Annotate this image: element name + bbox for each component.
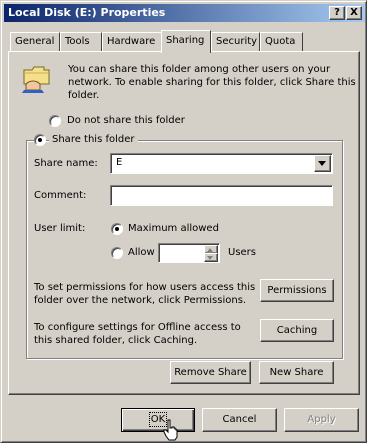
tab-sharing[interactable]: Sharing bbox=[161, 30, 211, 53]
close-icon: X bbox=[350, 7, 358, 18]
sharing-info-text: You can share this folder among other us… bbox=[68, 63, 356, 102]
maximum-allowed-label[interactable]: Maximum allowed bbox=[128, 223, 219, 234]
info-line: network. To enable sharing for this fold… bbox=[68, 77, 356, 88]
permissions-button-label: Permissions bbox=[267, 285, 327, 296]
window-title: Local Disk (E:) Properties bbox=[8, 6, 166, 19]
maximum-allowed-radio[interactable] bbox=[111, 223, 123, 235]
comment-label: Comment: bbox=[34, 190, 87, 201]
help-icon: ? bbox=[334, 7, 340, 18]
tab-hardware[interactable]: Hardware bbox=[102, 32, 162, 51]
permissions-button[interactable]: Permissions bbox=[260, 279, 334, 302]
tab-label: Tools bbox=[65, 36, 90, 47]
share-this-folder-label[interactable]: Share this folder bbox=[49, 134, 138, 145]
allow-label[interactable]: Allow bbox=[128, 247, 155, 258]
do-not-share-label[interactable]: Do not share this folder bbox=[67, 115, 185, 126]
permissions-text: To set permissions for how users access … bbox=[34, 281, 255, 307]
cancel-label: Cancel bbox=[222, 414, 257, 425]
help-button[interactable]: ? bbox=[329, 6, 345, 20]
title-bar[interactable]: Local Disk (E:) Properties ? X bbox=[4, 4, 365, 22]
share-name-combobox[interactable]: E bbox=[110, 153, 333, 174]
caching-button[interactable]: Caching bbox=[260, 319, 334, 342]
info-line: folder. bbox=[68, 90, 100, 101]
cancel-button[interactable]: Cancel bbox=[202, 408, 277, 432]
ok-button[interactable]: OK bbox=[121, 408, 195, 432]
tab-tools[interactable]: Tools bbox=[60, 32, 102, 51]
tab-label: Hardware bbox=[107, 36, 156, 47]
tab-quota[interactable]: Quota bbox=[260, 32, 303, 51]
permissions-line: To set permissions for how users access … bbox=[34, 282, 256, 293]
tab-security[interactable]: Security bbox=[211, 32, 260, 51]
allow-users-spinbox[interactable] bbox=[158, 243, 220, 263]
remove-share-button[interactable]: Remove Share bbox=[170, 361, 251, 384]
remove-share-label: Remove Share bbox=[174, 367, 247, 378]
tab-label: General bbox=[15, 36, 55, 47]
chevron-up-icon bbox=[207, 248, 213, 252]
spin-down-button[interactable] bbox=[204, 253, 218, 262]
tab-label: Security bbox=[216, 36, 258, 47]
allow-radio[interactable] bbox=[111, 247, 123, 259]
info-line: You can share this folder among other us… bbox=[68, 64, 331, 75]
user-limit-label: User limit: bbox=[34, 223, 86, 234]
comment-field[interactable] bbox=[110, 185, 333, 206]
chevron-down-icon bbox=[207, 256, 213, 260]
share-name-value: E bbox=[116, 157, 123, 168]
do-not-share-radio[interactable] bbox=[49, 115, 61, 127]
permissions-line: folder over the network, click Permissio… bbox=[34, 295, 247, 306]
tab-label: Quota bbox=[265, 36, 296, 47]
caching-button-label: Caching bbox=[276, 325, 318, 336]
caching-text: To configure settings for Offline access… bbox=[34, 321, 241, 347]
cursor-hand-icon bbox=[163, 419, 178, 441]
apply-button[interactable]: Apply bbox=[284, 408, 359, 432]
properties-window: Local Disk (E:) Properties ? X General T… bbox=[0, 0, 367, 443]
dropdown-button[interactable] bbox=[314, 155, 331, 172]
apply-label: Apply bbox=[307, 414, 336, 425]
chevron-down-icon bbox=[318, 161, 326, 166]
close-button[interactable]: X bbox=[346, 6, 362, 20]
tab-label: Sharing bbox=[166, 35, 205, 46]
new-share-label: New Share bbox=[269, 367, 324, 378]
caching-line: To configure settings for Offline access… bbox=[34, 322, 241, 333]
tab-general[interactable]: General bbox=[10, 32, 60, 51]
new-share-button[interactable]: New Share bbox=[259, 361, 334, 384]
shared-folder-icon bbox=[22, 66, 50, 93]
share-name-label: Share name: bbox=[34, 158, 98, 169]
users-label: Users bbox=[228, 247, 257, 258]
share-this-folder-radio[interactable] bbox=[34, 134, 46, 146]
caching-line: this shared folder, click Caching. bbox=[34, 335, 198, 346]
